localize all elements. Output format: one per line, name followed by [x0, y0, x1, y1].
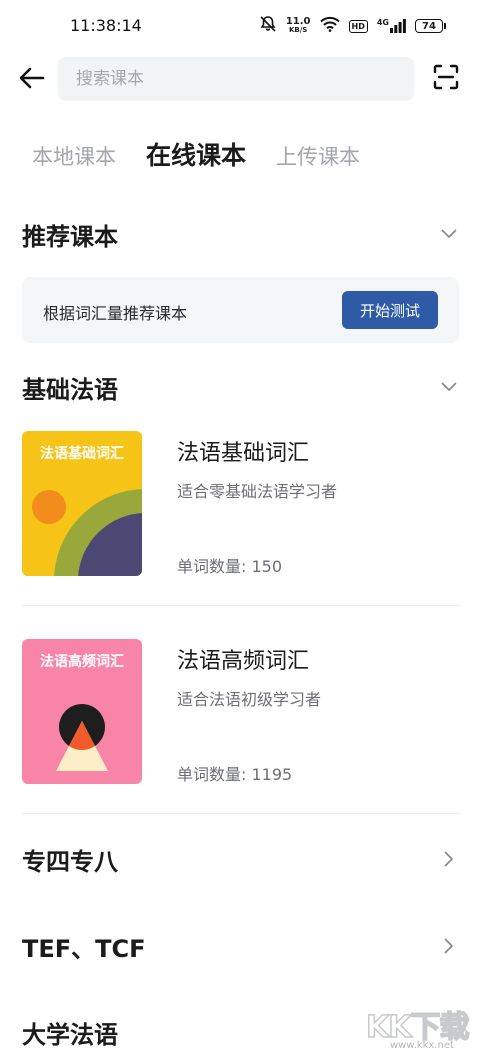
- divider: [22, 813, 460, 814]
- book-item-basic-vocab[interactable]: 法语基础词汇 法语基础词汇 适合零基础法语学习者 单词数量: 150: [22, 431, 460, 581]
- category-label: TEF、TCF: [22, 934, 146, 963]
- book-item-frequent-vocab[interactable]: 法语高频词汇 法语高频词汇 适合法语初级学习者 单词数量: 1195: [22, 639, 460, 789]
- wifi-icon: [319, 16, 340, 36]
- recommend-text: 根据词汇量推荐课本: [43, 304, 188, 323]
- tab-online[interactable]: 在线课本: [146, 136, 246, 172]
- category-row-tef-tcf[interactable]: TEF、TCF: [22, 922, 460, 970]
- chevron-down-icon[interactable]: [438, 376, 460, 398]
- basic-section-header[interactable]: 基础法语: [22, 367, 460, 407]
- tab-upload[interactable]: 上传课本: [276, 141, 360, 171]
- arrow-left-icon: [19, 67, 45, 93]
- status-bar: 11:38:14 11.0 KB/S HD 4G 74: [0, 0, 480, 56]
- book-word-count: 单词数量: 1195: [177, 765, 293, 784]
- tab-bar: 本地课本 在线课本 上传课本: [32, 136, 390, 172]
- scan-button[interactable]: [428, 61, 464, 97]
- book-word-count: 单词数量: 150: [177, 557, 283, 576]
- scan-icon: [433, 64, 459, 94]
- cover-title: 法语基础词汇: [40, 446, 124, 462]
- net-speed: 11.0 KB/S: [285, 16, 311, 35]
- category-label: 专四专八: [22, 847, 118, 876]
- category-label: 大学法语: [22, 1020, 118, 1049]
- book-desc: 适合法语初级学习者: [177, 690, 322, 709]
- book-desc: 适合零基础法语学习者: [177, 482, 338, 501]
- status-time: 11:38:14: [70, 16, 142, 35]
- watermark: KK下载 www.kkx.net: [365, 1000, 480, 1056]
- chevron-down-icon[interactable]: [438, 223, 460, 245]
- hd-icon: HD: [348, 19, 368, 33]
- chevron-right-icon: [438, 935, 460, 957]
- tab-local[interactable]: 本地课本: [32, 141, 116, 171]
- book-cover: 法语基础词汇: [22, 431, 142, 576]
- back-button[interactable]: [14, 62, 50, 98]
- recommend-section-header[interactable]: 推荐课本: [22, 214, 460, 254]
- recommend-card: 根据词汇量推荐课本 开始测试: [22, 277, 459, 343]
- watermark-url: www.kkx.net: [390, 1040, 454, 1051]
- category-row-tem[interactable]: 专四专八: [22, 835, 460, 883]
- book-title: 法语基础词汇: [177, 441, 310, 466]
- book-cover: 法语高频词汇: [22, 639, 142, 784]
- search-box[interactable]: [58, 57, 414, 101]
- mute-icon: [259, 15, 277, 37]
- divider: [22, 605, 460, 606]
- recommend-section-title: 推荐课本: [22, 222, 118, 251]
- start-test-button[interactable]: 开始测试: [342, 291, 438, 329]
- signal-icon: 4G: [377, 19, 406, 33]
- cover-title: 法语高频词汇: [40, 654, 124, 670]
- book-title: 法语高频词汇: [177, 649, 310, 674]
- search-input[interactable]: [58, 57, 414, 101]
- chevron-right-icon: [438, 848, 460, 870]
- basic-section-title: 基础法语: [22, 375, 118, 404]
- status-icons: 11.0 KB/S HD 4G 74: [259, 15, 446, 37]
- battery-icon: 74: [415, 19, 446, 33]
